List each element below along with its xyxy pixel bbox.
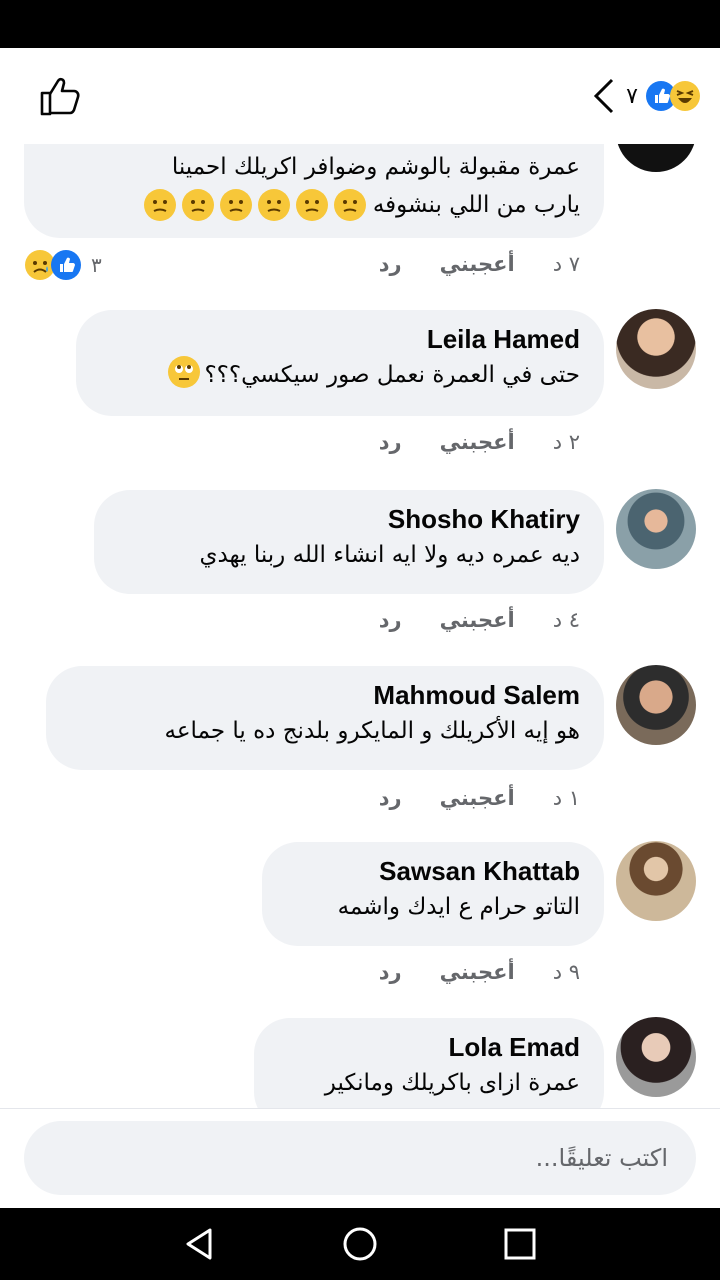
confused-emoji-icon — [295, 189, 328, 221]
comment-reactions[interactable]: ٣ — [22, 250, 102, 280]
comment-bubble[interactable]: عمرة مقبولة بالوشم وضوافر اكريلك احمينا … — [24, 144, 604, 238]
comment-actions: ٩ د أعجبني رد — [341, 960, 580, 984]
avatar[interactable] — [616, 1017, 696, 1097]
reply-link[interactable]: رد — [379, 608, 402, 632]
home-circle-icon[interactable] — [340, 1224, 380, 1264]
comment-author[interactable]: Lola Emad — [278, 1030, 580, 1064]
like-outline-icon[interactable] — [38, 76, 82, 116]
reply-link[interactable]: رد — [379, 252, 402, 276]
comment-time: ٩ د — [552, 960, 580, 984]
comments-header: ٧ — [0, 48, 720, 144]
comment-actions: ٧ د أعجبني رد — [341, 252, 580, 276]
comment-time: ١ د — [552, 786, 580, 810]
comment-composer — [0, 1108, 720, 1209]
confused-emoji-icon — [333, 189, 366, 221]
like-link[interactable]: أعجبني — [440, 252, 515, 276]
like-link[interactable]: أعجبني — [440, 960, 515, 984]
confused-emoji-icon — [257, 189, 290, 221]
comment-author[interactable]: Shosho Khatiry — [118, 502, 580, 536]
comment-bubble[interactable]: Lola Emad عمرة ازاى باكريلك ومانكير — [254, 1018, 604, 1108]
reply-link[interactable]: رد — [379, 786, 402, 810]
avatar[interactable] — [616, 665, 696, 745]
like-link[interactable]: أعجبني — [440, 786, 515, 810]
comment-time: ٧ د — [552, 252, 580, 276]
comment-text: ديه عمره ديه ولا ايه انشاء الله ربنا يهد… — [199, 542, 580, 568]
emoji-row — [141, 186, 369, 224]
like-link[interactable]: أعجبني — [440, 430, 515, 454]
reply-link[interactable]: رد — [379, 430, 402, 454]
comments-list[interactable]: عمرة مقبولة بالوشم وضوافر اكريلك احمينا … — [0, 144, 720, 1108]
comment-text: هو إيه الأكريلك و المايكرو بلدنج ده يا ج… — [164, 718, 581, 744]
like-link[interactable]: أعجبني — [440, 608, 515, 632]
avatar[interactable] — [616, 144, 696, 172]
comment-text: عمرة مقبولة بالوشم وضوافر اكريلك احمينا — [171, 154, 580, 180]
eye-roll-emoji-icon — [168, 356, 201, 388]
comment-author[interactable]: Sawsan Khattab — [286, 854, 580, 888]
comment-actions: ٤ د أعجبني رد — [341, 608, 580, 632]
haha-reaction-icon — [670, 81, 700, 111]
comment-actions: ٢ د أعجبني رد — [341, 430, 580, 454]
android-nav-bar — [0, 1208, 720, 1280]
comment-author[interactable]: Leila Hamed — [100, 322, 580, 356]
reaction-count: ٣ — [91, 253, 102, 277]
reaction-summary[interactable]: ٧ — [592, 74, 700, 118]
comment-author[interactable]: Mahmoud Salem — [70, 678, 580, 712]
like-reaction-icon — [51, 250, 81, 280]
avatar[interactable] — [616, 489, 696, 569]
comment-bubble[interactable]: Shosho Khatiry ديه عمره ديه ولا ايه انشا… — [94, 490, 604, 594]
comment-text-line2: يارب من اللي بنشوفه — [48, 186, 580, 224]
comment-text: عمرة ازاى باكريلك ومانكير — [324, 1070, 580, 1096]
chevron-left-icon[interactable] — [592, 76, 616, 116]
status-bar — [0, 0, 720, 48]
recents-square-icon[interactable] — [500, 1224, 540, 1264]
confused-emoji-icon — [181, 189, 214, 221]
avatar[interactable] — [616, 309, 696, 389]
comment-bubble[interactable]: Mahmoud Salem هو إيه الأكريلك و المايكرو… — [46, 666, 604, 770]
comment-time: ٤ د — [552, 608, 580, 632]
comment-actions: ١ د أعجبني رد — [341, 786, 580, 810]
comment-text: التاتو حرام ع ايدك واشمه — [337, 894, 580, 920]
confused-emoji-icon — [219, 189, 252, 221]
avatar[interactable] — [616, 841, 696, 921]
comment-time: ٢ د — [552, 430, 580, 454]
comment-input[interactable] — [24, 1121, 696, 1195]
back-triangle-icon[interactable] — [180, 1224, 220, 1264]
comment-text: حتى في العمرة نعمل صور سيكسي؟؟؟ — [100, 356, 580, 394]
comment-bubble[interactable]: Sawsan Khattab التاتو حرام ع ايدك واشمه — [262, 842, 604, 946]
comment-bubble[interactable]: Leila Hamed حتى في العمرة نعمل صور سيكسي… — [76, 310, 604, 416]
reaction-count: ٧ — [626, 83, 638, 109]
confused-emoji-icon — [143, 189, 176, 221]
reply-link[interactable]: رد — [379, 960, 402, 984]
